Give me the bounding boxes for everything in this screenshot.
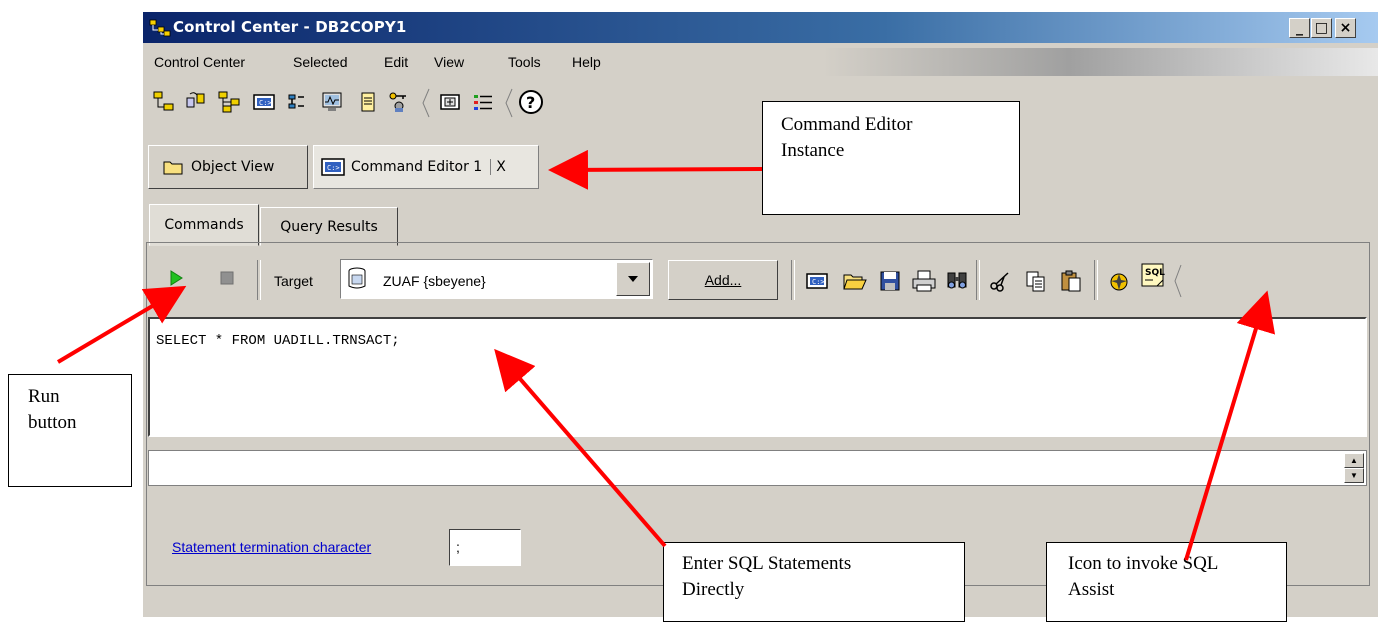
scroll-up-button[interactable]: ▲ bbox=[1344, 453, 1364, 468]
control-center-window: Control Center - DB2COPY1 _ □ × Control … bbox=[143, 12, 1378, 617]
find-icon[interactable] bbox=[943, 267, 971, 295]
callout-line-1: Run bbox=[28, 386, 60, 407]
callout-enter-sql: Enter SQL Statements Directly bbox=[663, 542, 965, 622]
menu-edit[interactable]: Edit bbox=[384, 54, 408, 70]
tab-query-results-label: Query Results bbox=[280, 218, 378, 235]
sql-icon-label: SQL bbox=[1145, 268, 1165, 278]
callout-line-1: Enter SQL Statements bbox=[682, 553, 852, 574]
tab-query-results[interactable]: Query Results bbox=[260, 207, 398, 246]
close-button[interactable]: × bbox=[1335, 18, 1356, 38]
target-select[interactable]: ZUAF {sbeyene} bbox=[340, 259, 653, 299]
tab-close-button[interactable]: X bbox=[490, 159, 506, 175]
menu-help[interactable]: Help bbox=[572, 54, 601, 70]
termination-character-input[interactable]: ; bbox=[449, 529, 521, 566]
add-button-label: Add... bbox=[704, 272, 742, 288]
toolbar-separator bbox=[257, 260, 261, 300]
save-icon[interactable] bbox=[876, 267, 904, 295]
callout-line-2: Instance bbox=[781, 139, 845, 161]
wizard-icon[interactable] bbox=[1105, 267, 1133, 295]
statement-termination-link[interactable]: Statement termination character bbox=[172, 539, 371, 555]
database-icon bbox=[346, 266, 368, 297]
svg-text:C:>: C:> bbox=[327, 164, 340, 172]
play-icon bbox=[170, 270, 183, 286]
help-icon[interactable]: ? bbox=[517, 88, 545, 116]
output-field[interactable]: ▲ ▼ bbox=[148, 450, 1367, 486]
maximize-icon: □ bbox=[1314, 20, 1329, 36]
tab-command-editor-label: Command Editor 1 bbox=[351, 159, 483, 175]
paste-icon[interactable] bbox=[1057, 267, 1085, 295]
tab-object-view-label: Object View bbox=[191, 159, 275, 175]
copy-icon[interactable] bbox=[1022, 267, 1050, 295]
replication-icon[interactable] bbox=[182, 88, 210, 116]
callout-line-2: Directly bbox=[682, 578, 745, 600]
command-editor-icon[interactable]: C:> bbox=[803, 267, 831, 295]
toolbar-separator bbox=[976, 260, 980, 300]
menu-bar: Control Center Selected Edit View Tools … bbox=[143, 48, 1378, 76]
print-icon[interactable] bbox=[910, 267, 938, 295]
menu-control-center[interactable]: Control Center bbox=[154, 54, 245, 70]
list-icon[interactable] bbox=[469, 88, 497, 116]
svg-text:C:>: C:> bbox=[259, 99, 272, 107]
satellite-icon[interactable] bbox=[215, 88, 243, 116]
callout-line-2: button bbox=[28, 411, 77, 433]
menu-selected[interactable]: Selected bbox=[293, 54, 347, 70]
task-center-icon[interactable] bbox=[284, 88, 312, 116]
tab-object-view[interactable]: Object View bbox=[148, 145, 308, 189]
toolbar-separator bbox=[1174, 264, 1182, 298]
sql-assist-icon[interactable]: SQL bbox=[1139, 262, 1167, 290]
tab-command-editor[interactable]: C:> Command Editor 1 X bbox=[313, 145, 539, 189]
journal-icon[interactable] bbox=[354, 88, 382, 116]
object-tree-icon[interactable] bbox=[150, 88, 178, 116]
callout-line-1: Icon to invoke SQL bbox=[1068, 553, 1219, 574]
command-editor-icon: C:> bbox=[321, 157, 345, 177]
command-editor-icon[interactable]: C:> bbox=[250, 88, 278, 116]
svg-text:?: ? bbox=[526, 93, 535, 112]
callout-line-2: Assist bbox=[1068, 578, 1115, 600]
svg-text:C:>: C:> bbox=[812, 278, 825, 286]
toolbar-separator bbox=[1094, 260, 1098, 300]
tab-commands-label: Commands bbox=[164, 217, 244, 233]
health-center-icon[interactable] bbox=[318, 88, 346, 116]
minimize-button[interactable]: _ bbox=[1289, 18, 1310, 38]
callout-command-editor-instance: Command Editor Instance bbox=[762, 101, 1020, 215]
window-icon[interactable] bbox=[436, 88, 464, 116]
toolbar-separator bbox=[505, 88, 513, 118]
target-value: ZUAF {sbeyene} bbox=[383, 273, 486, 289]
cut-icon[interactable] bbox=[986, 267, 1014, 295]
sql-editor[interactable]: SELECT * FROM UADILL.TRNSACT; bbox=[148, 317, 1367, 437]
title-bar[interactable]: Control Center - DB2COPY1 _ □ × bbox=[143, 12, 1378, 43]
target-label: Target bbox=[274, 273, 313, 289]
sql-editor-text: SELECT * FROM UADILL.TRNSACT; bbox=[156, 333, 400, 349]
menu-tools[interactable]: Tools bbox=[508, 54, 541, 70]
scroll-down-button[interactable]: ▼ bbox=[1344, 468, 1364, 483]
chevron-down-icon[interactable] bbox=[616, 262, 650, 296]
minimize-icon: _ bbox=[1296, 20, 1303, 36]
callout-sql-assist: Icon to invoke SQL Assist bbox=[1046, 542, 1287, 622]
menu-view[interactable]: View bbox=[434, 54, 464, 70]
main-toolbar: C:> ? bbox=[143, 78, 1378, 134]
folder-icon bbox=[163, 159, 183, 175]
window-title: Control Center - DB2COPY1 bbox=[173, 18, 407, 36]
stop-button[interactable] bbox=[215, 264, 239, 292]
add-button[interactable]: Add... bbox=[668, 260, 778, 300]
stop-icon bbox=[220, 271, 234, 285]
run-button[interactable] bbox=[163, 263, 189, 293]
callout-line-1: Command Editor bbox=[781, 114, 913, 135]
close-icon: × bbox=[1339, 20, 1352, 36]
callout-run-button: Run button bbox=[8, 374, 132, 487]
tab-commands[interactable]: Commands bbox=[149, 204, 259, 246]
control-center-icon bbox=[149, 19, 171, 37]
open-folder-icon[interactable] bbox=[841, 267, 869, 295]
license-center-icon[interactable] bbox=[384, 88, 412, 116]
maximize-button[interactable]: □ bbox=[1311, 18, 1332, 38]
toolbar-separator bbox=[791, 260, 795, 300]
toolbar-separator bbox=[422, 88, 430, 118]
